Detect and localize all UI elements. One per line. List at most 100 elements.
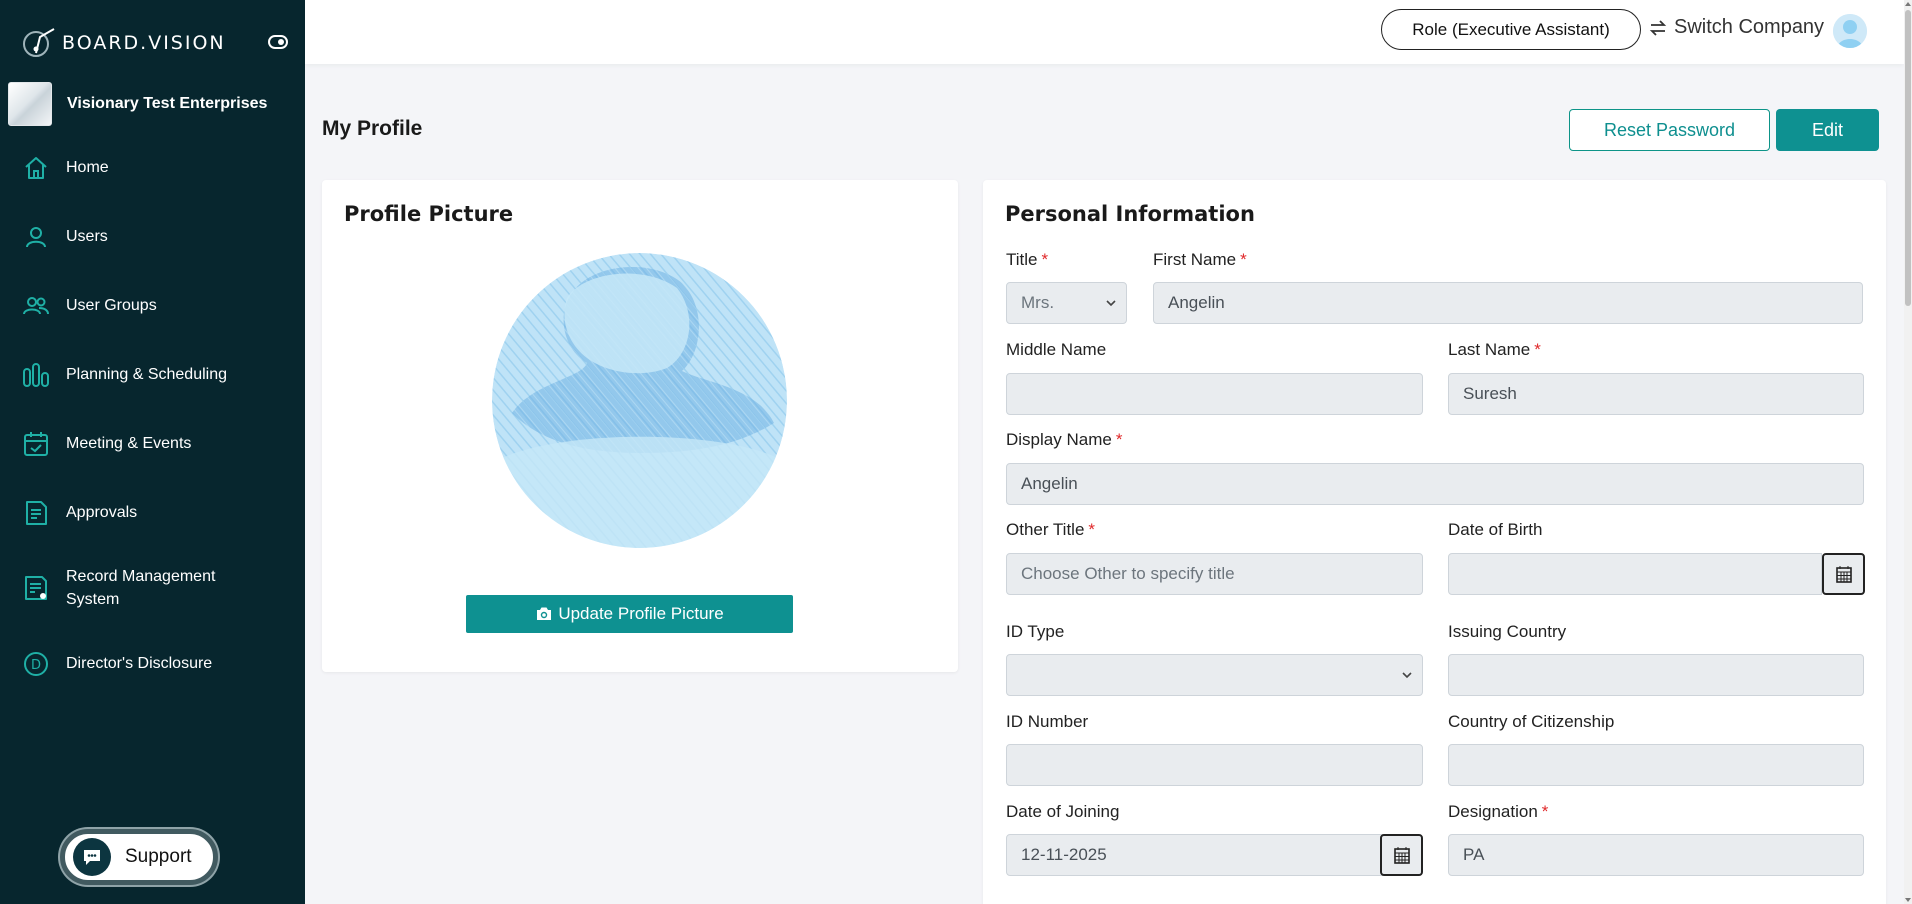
users-icon (22, 292, 50, 320)
sidebar-item-label: Director's Disclosure (66, 655, 213, 672)
dob-field[interactable] (1448, 553, 1822, 595)
user-icon (22, 223, 50, 251)
citizenship-label: Country of Citizenship (1448, 712, 1615, 731)
last-name-label-text: Last Name (1448, 340, 1531, 359)
reset-password-button[interactable]: Reset Password (1569, 109, 1770, 151)
personal-information-card: Personal Information Title * Mrs. First N… (983, 180, 1886, 904)
id-type-label: ID Type (1006, 622, 1065, 641)
title-label-text: Title (1006, 250, 1038, 269)
page-title: My Profile (322, 117, 423, 140)
chevron-down-icon (1402, 672, 1412, 679)
required-marker: * (1041, 250, 1049, 269)
scroll-up-icon[interactable] (1904, 0, 1912, 8)
sidebar-item-label: Planning & Scheduling (66, 366, 228, 383)
sidebar-item-label: Record Management System (66, 568, 216, 608)
sidebar-item-records[interactable]: Record Management System (0, 554, 305, 624)
role-button[interactable]: Role (Executive Assistant) (1381, 9, 1641, 50)
id-number-label: ID Number (1006, 712, 1089, 731)
scrollbar-thumb[interactable] (1905, 10, 1911, 306)
other-title-field[interactable]: Choose Other to specify title (1006, 553, 1423, 595)
camera-icon (537, 607, 552, 620)
svg-text:D: D (31, 658, 41, 673)
joining-date-field[interactable]: 12-11-2025 (1006, 834, 1404, 876)
profile-picture-card: Profile Picture Update Profile Picture (322, 180, 958, 672)
sidebar-item-home[interactable]: Home (0, 140, 305, 196)
sidebar-item-label: User Groups (66, 297, 157, 314)
scroll-down-icon[interactable] (1904, 896, 1912, 904)
brand-logo-icon (23, 28, 55, 57)
other-title-label-text: Other Title (1006, 520, 1085, 539)
update-profile-picture-label: Update Profile Picture (558, 604, 724, 623)
sidebar: BOARD.VISION Visionary Test Enterprises … (0, 0, 305, 904)
citizenship-field[interactable] (1448, 744, 1864, 786)
profile-picture (492, 253, 787, 548)
scrollbar[interactable] (1904, 0, 1912, 904)
sidebar-item-planning[interactable]: Planning & Scheduling (0, 347, 305, 403)
sidebar-item-label: Home (66, 159, 109, 176)
title-select[interactable]: Mrs. (1006, 282, 1127, 324)
middle-name-field[interactable] (1006, 373, 1423, 415)
edit-button[interactable]: Edit (1776, 109, 1879, 151)
required-marker: * (1088, 520, 1096, 539)
issuing-country-field[interactable] (1448, 654, 1864, 696)
other-title-label: Other Title * (1006, 520, 1095, 540)
sidebar-item-label: Meeting & Events (66, 435, 192, 452)
joining-calendar-button[interactable] (1380, 834, 1423, 876)
required-marker: * (1240, 250, 1247, 269)
home-icon (22, 154, 50, 182)
card-title: Profile Picture (344, 202, 514, 226)
topbar: Role (Executive Assistant) Switch Compan… (305, 0, 1904, 64)
toggle-icon[interactable] (268, 34, 288, 50)
sidebar-item-label: Approvals (66, 504, 138, 521)
update-profile-picture-button[interactable]: Update Profile Picture (466, 595, 793, 633)
company-logo (8, 82, 52, 126)
company-switcher[interactable]: Visionary Test Enterprises (8, 82, 267, 126)
switch-company-button[interactable]: Switch Company (1648, 16, 1824, 39)
title-label: Title * (1006, 250, 1048, 270)
display-name-field[interactable]: Angelin (1006, 463, 1864, 505)
first-name-field[interactable]: Angelin (1153, 282, 1863, 324)
required-marker: * (1541, 802, 1549, 821)
document-icon (22, 499, 50, 527)
sidebar-item-user-groups[interactable]: User Groups (0, 278, 305, 334)
first-name-label: First Name * (1153, 250, 1247, 270)
id-type-select[interactable] (1006, 654, 1423, 696)
title-select-value: Mrs. (1021, 293, 1055, 312)
d-circle-icon: D (22, 650, 50, 678)
designation-label: Designation * (1448, 802, 1548, 822)
last-name-label: Last Name * (1448, 340, 1541, 360)
designation-field[interactable]: PA (1448, 834, 1864, 876)
sidebar-item-label: Users (66, 228, 108, 245)
issuing-country-label: Issuing Country (1448, 622, 1567, 641)
last-name-field[interactable]: Suresh (1448, 373, 1864, 415)
switch-company-label: Switch Company (1674, 16, 1825, 38)
card-title: Personal Information (1005, 202, 1255, 226)
sidebar-item-disclosure[interactable]: D Director's Disclosure (0, 636, 305, 692)
brand[interactable]: BOARD.VISION (20, 26, 226, 60)
brand-name: BOARD.VISION (62, 32, 226, 54)
id-number-field[interactable] (1006, 744, 1423, 786)
sidebar-item-approvals[interactable]: Approvals (0, 485, 305, 541)
company-name: Visionary Test Enterprises (67, 95, 268, 112)
calendar-icon (1835, 566, 1852, 583)
required-marker: * (1115, 430, 1123, 449)
dob-label: Date of Birth (1448, 520, 1543, 539)
calendar-check-icon (22, 430, 50, 458)
designation-label-text: Designation (1448, 802, 1538, 821)
middle-name-label: Middle Name (1006, 340, 1107, 359)
swap-icon (1649, 19, 1667, 36)
support-button[interactable]: Support (60, 829, 218, 885)
required-marker: * (1534, 340, 1541, 359)
record-icon (22, 574, 50, 602)
bars-icon (22, 361, 50, 389)
display-name-label: Display Name * (1006, 430, 1122, 450)
dob-calendar-button[interactable] (1822, 553, 1865, 595)
display-name-label-text: Display Name (1006, 430, 1112, 449)
sidebar-item-meetings[interactable]: Meeting & Events (0, 416, 305, 472)
chat-icon (73, 838, 111, 876)
sidebar-item-users[interactable]: Users (0, 209, 305, 265)
calendar-icon (1393, 847, 1410, 864)
first-name-label-text: First Name (1153, 250, 1237, 269)
user-avatar[interactable] (1833, 14, 1867, 48)
joining-label: Date of Joining (1006, 802, 1120, 821)
